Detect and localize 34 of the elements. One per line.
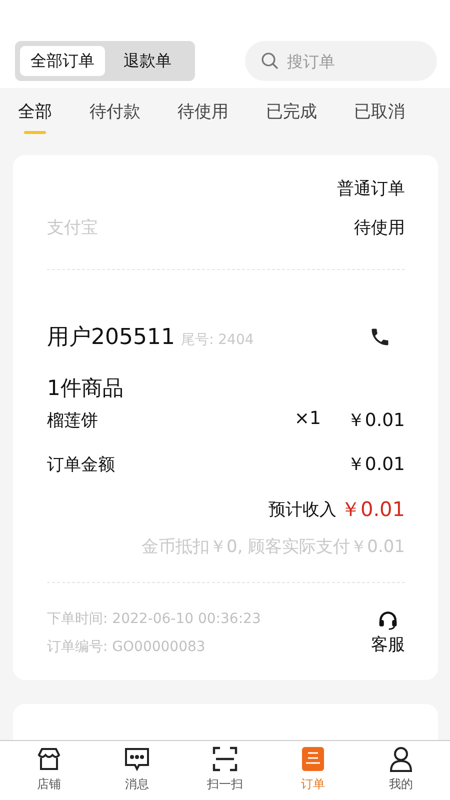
item-count: 1件商品 xyxy=(47,375,124,402)
scan-icon xyxy=(212,746,238,772)
order-time: 下单时间: 2022-06-10 00:36:23 xyxy=(47,610,261,628)
status-tab[interactable]: 待付款 xyxy=(89,100,140,136)
status-tab[interactable]: 全部 xyxy=(18,100,52,136)
order-number: 订单编号: GO00000083 xyxy=(47,638,206,656)
search-field[interactable]: 搜订单 xyxy=(245,41,437,81)
headset-icon xyxy=(377,609,399,631)
nav-tab[interactable]: 店铺 xyxy=(14,741,84,800)
order-type: 普通订单 xyxy=(337,178,405,200)
status-tab[interactable]: 待使用 xyxy=(178,100,228,136)
item-name: 榴莲饼 xyxy=(47,410,98,432)
customer-service-button[interactable]: 客服 xyxy=(371,609,405,656)
segment-option[interactable]: 全部订单 xyxy=(20,46,105,76)
customer-name: 用户205511 xyxy=(47,324,175,352)
chat-icon xyxy=(124,746,150,772)
amount-label: 订单金额 xyxy=(47,454,115,476)
phone-icon[interactable] xyxy=(369,326,391,348)
status-tab[interactable]: 已取消 xyxy=(354,100,405,136)
income-label: 预计收入 xyxy=(268,499,336,521)
order-status: 待使用 xyxy=(354,217,405,239)
order-amount: ￥0.01 xyxy=(346,453,405,476)
segment-option[interactable]: 退款单 xyxy=(105,46,190,76)
status-tab[interactable]: 已完成 xyxy=(266,100,317,136)
order-icon xyxy=(301,746,325,772)
nav-tab[interactable]: 扫一扫 xyxy=(190,741,260,800)
nav-tab[interactable]: 消息 xyxy=(102,741,172,800)
search-icon xyxy=(261,52,279,70)
nav-tab[interactable]: 我的 xyxy=(366,741,436,800)
item-price: ￥0.01 xyxy=(346,409,405,432)
user-icon xyxy=(388,746,414,772)
store-icon xyxy=(36,746,62,772)
item-quantity: ×1 xyxy=(294,408,321,431)
income-amount: ￥0.01 xyxy=(340,496,405,523)
